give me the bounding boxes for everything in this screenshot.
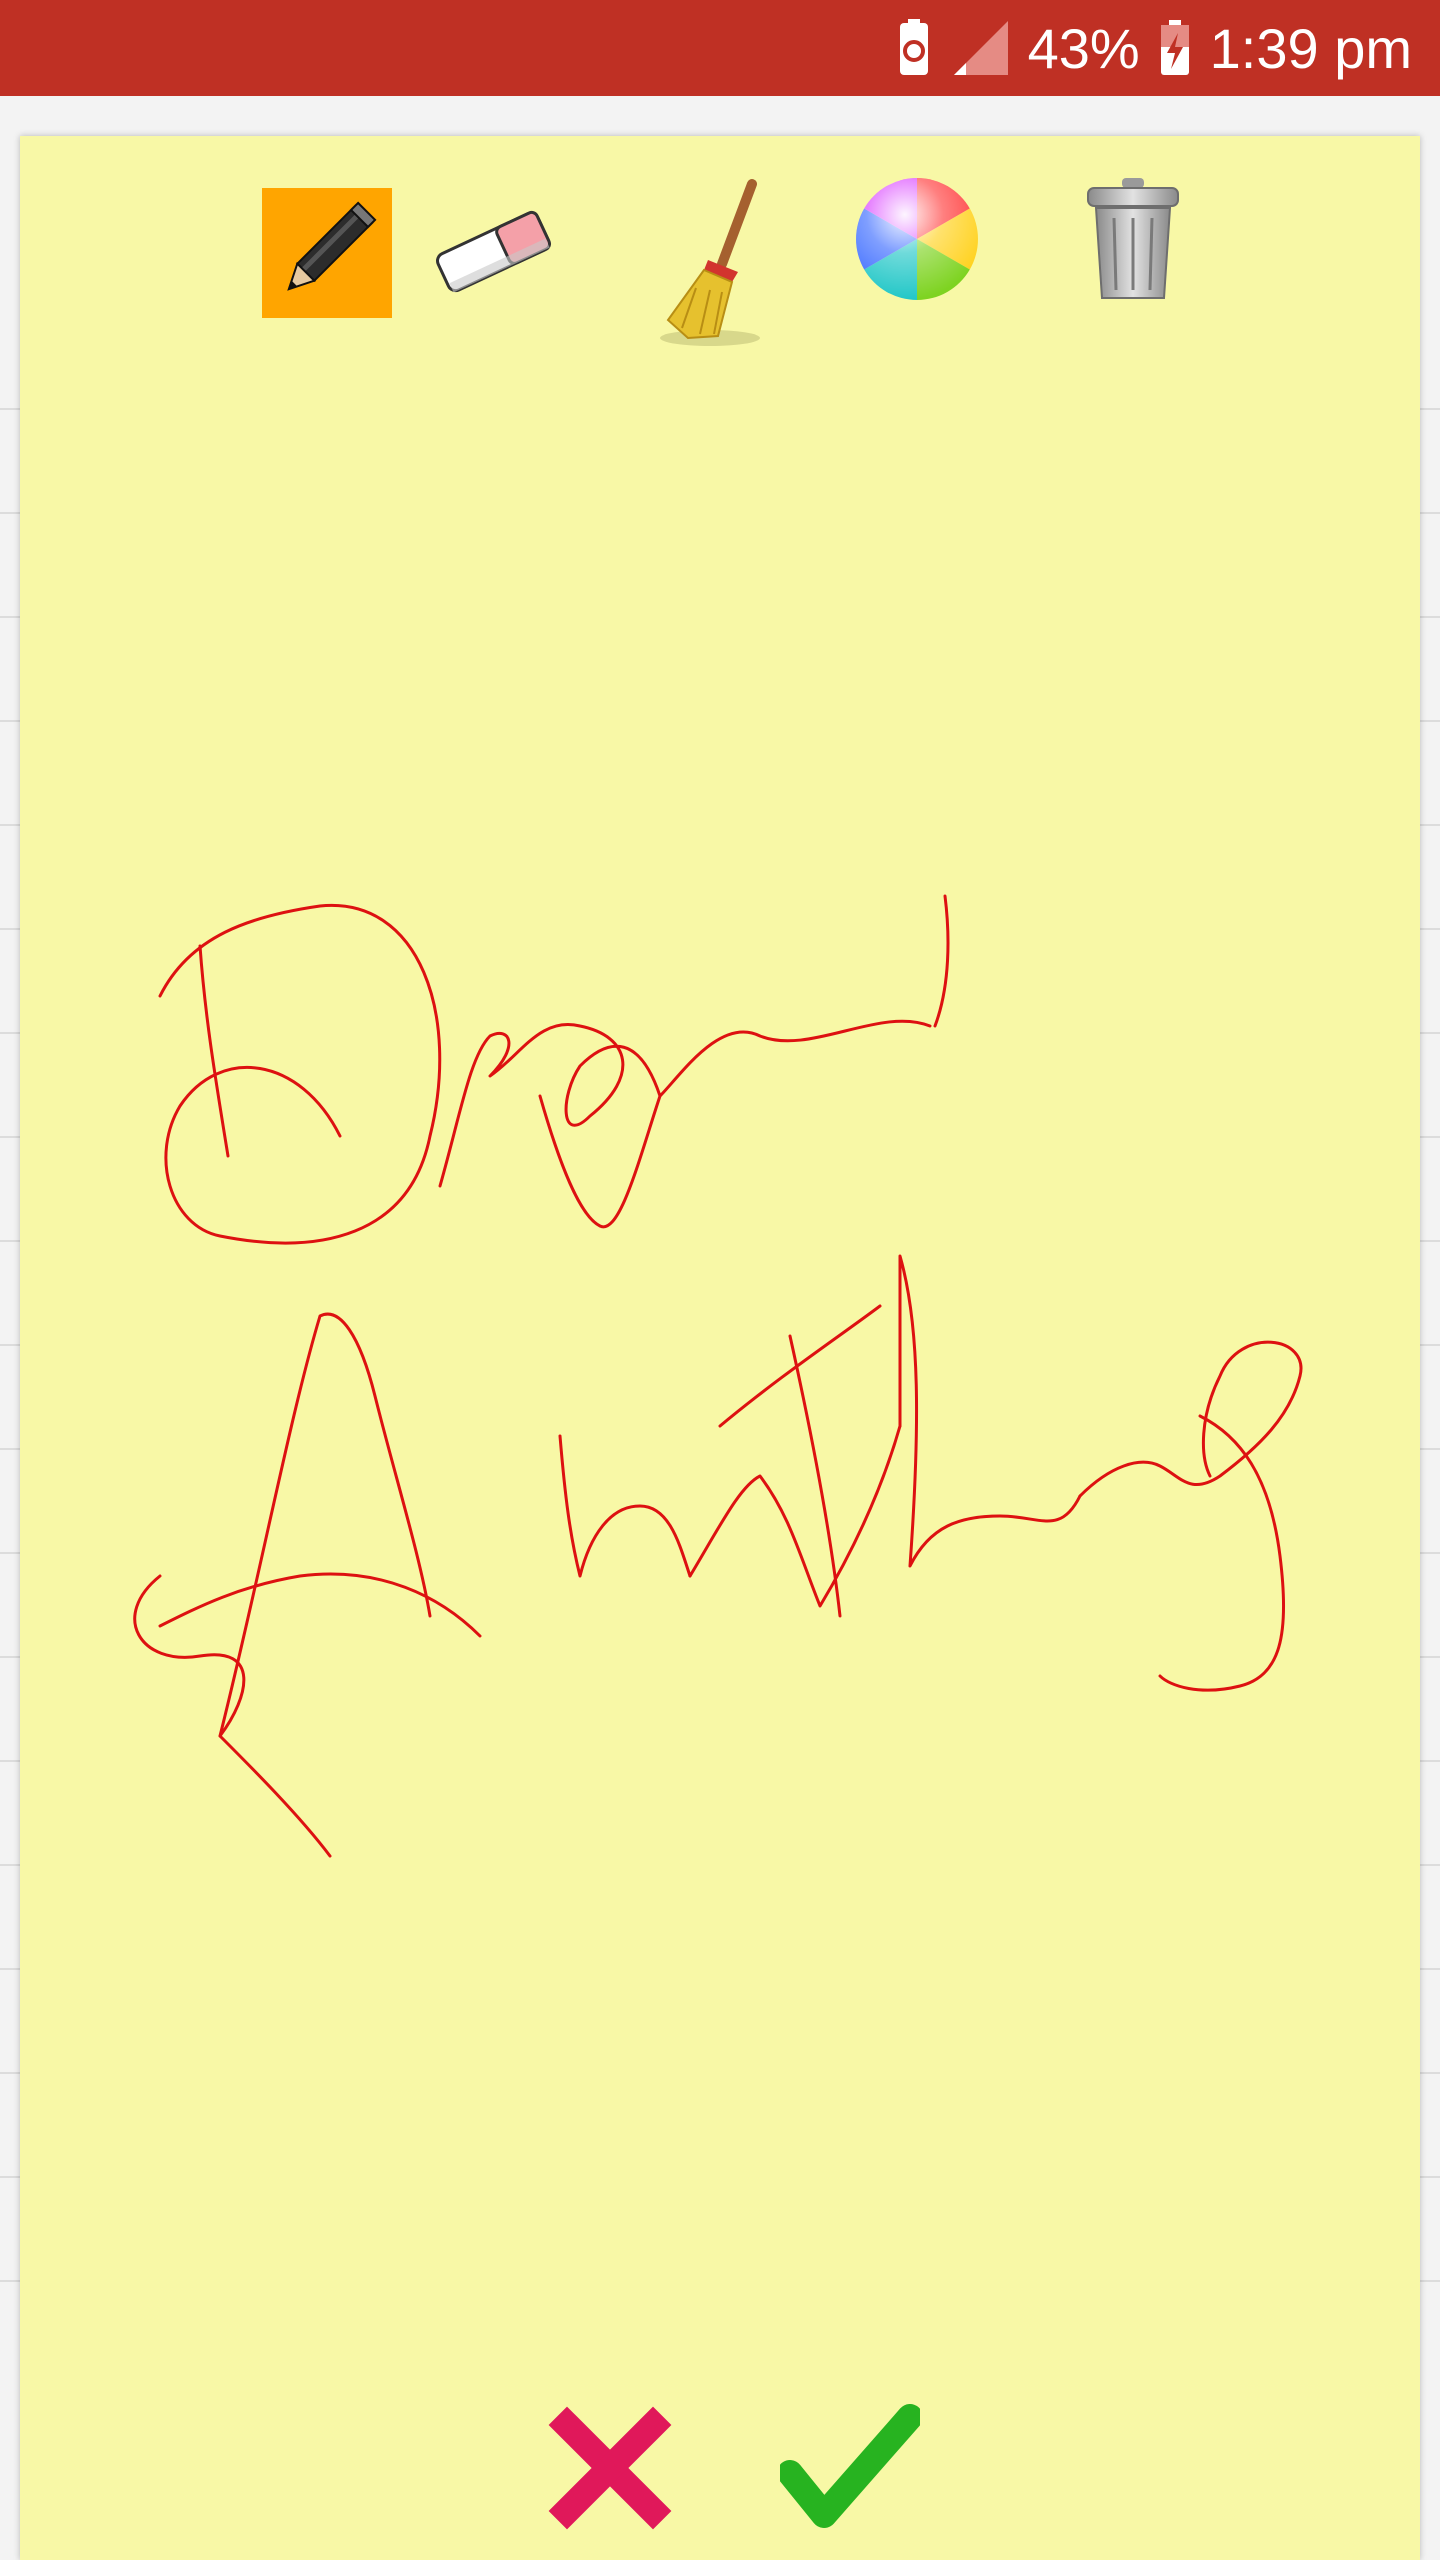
pencil-tool-button[interactable]: [262, 188, 392, 318]
status-indicators: 43% 1:39 pm: [894, 0, 1412, 96]
battery-saver-icon: [894, 19, 934, 77]
confirm-button[interactable]: [777, 2400, 923, 2540]
stroke: [1078, 1340, 1303, 1498]
delete-button[interactable]: [1068, 176, 1198, 306]
drawing-dialog: [20, 136, 1420, 2560]
pencil-icon: [267, 191, 387, 316]
stroke: [788, 1334, 842, 1618]
drawing-canvas[interactable]: [20, 376, 1420, 2456]
color-wheel-icon: [852, 174, 982, 309]
check-icon: [777, 2403, 923, 2538]
eraser-tool-button[interactable]: [430, 188, 560, 318]
stroke: [898, 1254, 1082, 1568]
stroke: [198, 944, 230, 1158]
status-bar: 43% 1:39 pm: [0, 0, 1440, 96]
stroke: [933, 894, 950, 1028]
signal-icon: [952, 19, 1010, 77]
eraser-icon: [430, 201, 560, 306]
stroke: [558, 1434, 692, 1578]
dialog-actions: [20, 2396, 1420, 2560]
clear-broom-button[interactable]: [648, 178, 778, 363]
stroke: [1158, 1414, 1286, 1692]
stroke: [438, 1019, 932, 1188]
broom-icon: [648, 178, 778, 363]
stroke: [133, 1574, 332, 1858]
stroke: [158, 1572, 482, 1638]
battery-charging-icon: [1158, 19, 1192, 77]
stroke: [718, 1304, 882, 1428]
stroke: [218, 1312, 432, 1738]
battery-percent: 43%: [1027, 16, 1140, 80]
trash-icon: [1078, 174, 1188, 309]
drawing-toolbar: [20, 136, 1420, 376]
stroke: [688, 1424, 902, 1608]
handwriting-strokes: [133, 894, 1303, 1858]
color-picker-button[interactable]: [852, 176, 982, 306]
stroke: [538, 1094, 662, 1229]
close-icon: [545, 2403, 675, 2538]
cancel-button[interactable]: [540, 2400, 680, 2540]
clock: 1:39 pm: [1209, 16, 1412, 80]
